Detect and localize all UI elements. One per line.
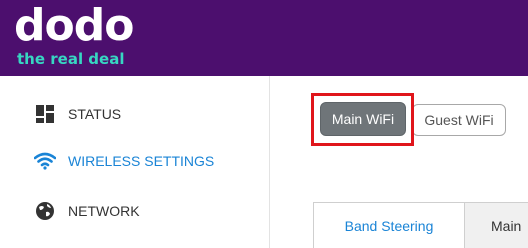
sidebar-item-label: NETWORK [68,203,140,219]
sidebar-item-network[interactable]: NETWORK [34,199,140,223]
dashboard-icon [34,103,56,125]
tab-main[interactable]: Main [465,202,528,248]
logo-wordmark: dodo [14,0,134,51]
sidebar-item-label: STATUS [68,106,122,122]
header-bar: dodo the real deal [0,0,528,76]
sidebar: STATUS WIRELESS SETTINGS NETWORK [0,76,270,248]
logo-tagline: the real deal [17,50,125,68]
wifi-icon [34,150,56,172]
sidebar-item-wireless-settings[interactable]: WIRELESS SETTINGS [34,149,214,173]
sidebar-item-label: WIRELESS SETTINGS [68,153,215,169]
main-content: Main WiFi Guest WiFi Band Steering Main [271,76,528,248]
guest-wifi-button[interactable]: Guest WiFi [412,104,506,136]
globe-icon [34,200,56,222]
settings-tabs: Band Steering Main [313,202,528,248]
sidebar-item-status[interactable]: STATUS [34,102,121,126]
tab-band-steering[interactable]: Band Steering [313,202,465,248]
highlight-box [311,93,414,146]
